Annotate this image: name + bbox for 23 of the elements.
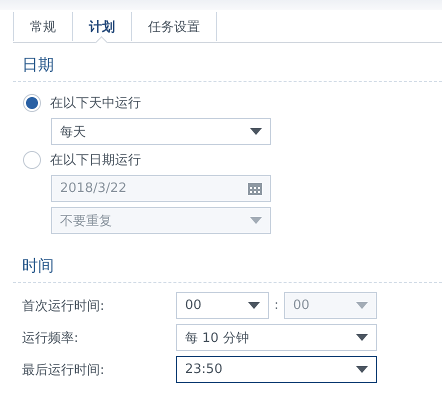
caret-icon xyxy=(356,302,368,309)
section-title: 日期 xyxy=(22,55,54,76)
radio-label: 在以下天中运行 xyxy=(50,95,141,112)
caret-icon xyxy=(248,302,260,309)
field-label: 运行频率: xyxy=(22,330,80,346)
dropdown[interactable]: 每天 xyxy=(51,118,271,145)
dropdown[interactable]: 23:50 xyxy=(176,356,377,383)
caret-icon xyxy=(356,334,368,341)
dropdown[interactable]: 00 xyxy=(176,292,269,319)
section-title: 时间 xyxy=(22,256,54,277)
radio-label: 在以下日期运行 xyxy=(50,152,141,169)
radio-button[interactable] xyxy=(23,94,41,112)
dropdown[interactable]: 每 10 分钟 xyxy=(176,324,377,351)
caret-icon xyxy=(356,366,368,373)
caret-icon xyxy=(250,128,262,135)
field-label: 最后运行时间: xyxy=(22,362,106,378)
radio-button[interactable] xyxy=(23,151,41,169)
time-separator: : xyxy=(273,298,280,313)
tab[interactable]: 任务设置 xyxy=(131,12,217,41)
field-label: 首次运行时间: xyxy=(22,298,106,314)
tab[interactable]: 常规 xyxy=(13,12,72,41)
tab[interactable]: 计划 xyxy=(72,12,131,41)
caret-icon xyxy=(250,217,262,224)
